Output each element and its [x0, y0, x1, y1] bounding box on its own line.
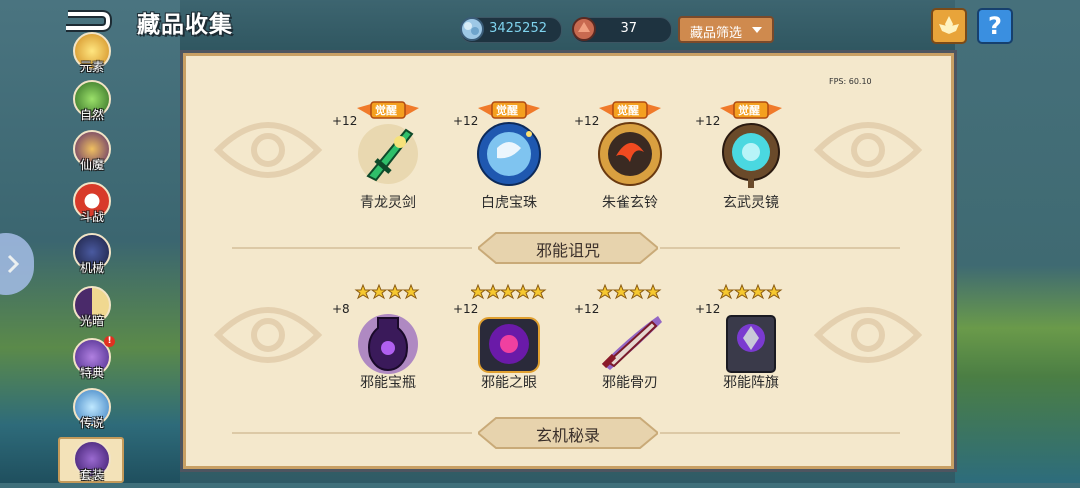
ore-amount: 37	[620, 21, 637, 36]
collection-item-vermilion-bird-bell[interactable]: 觉醒 +12 朱雀玄铃	[574, 100, 678, 220]
cloud-ornament-icon	[813, 122, 923, 178]
diamond-amount: 3425252	[489, 21, 547, 36]
category-immortal-demon[interactable]: 仙魔	[70, 130, 114, 178]
category-label: 特典	[79, 366, 104, 380]
red-ore-icon	[572, 17, 596, 41]
category-label: 机械	[79, 261, 104, 275]
tiger-orb-icon	[477, 122, 541, 186]
star-rating-5-icon	[471, 284, 547, 300]
divider-line	[660, 432, 900, 434]
collection-item-evil-bone-blade[interactable]: +12 邪能骨刃	[574, 284, 678, 408]
category-set[interactable]: 套装	[70, 440, 114, 488]
evil-banner-icon	[726, 315, 776, 373]
collection-item-black-tortoise-mirror[interactable]: 觉醒 +12 玄武灵镜	[695, 100, 799, 220]
category-battle[interactable]: 斗战	[70, 182, 114, 230]
item-name: 玄武灵镜	[723, 195, 779, 211]
evil-eye-icon	[478, 317, 540, 373]
category-mech[interactable]: 机械	[70, 233, 114, 281]
category-nature[interactable]: 自然	[70, 80, 114, 128]
scenery-top	[180, 0, 955, 52]
section-title: 玄机秘录	[535, 426, 600, 445]
notification-badge-icon: !	[104, 336, 115, 347]
star-rating-4-icon	[354, 284, 420, 300]
cloud-ornament-icon	[213, 307, 323, 363]
diamond-counter: 3425252	[460, 17, 562, 43]
ore-counter: 37	[572, 17, 672, 43]
category-label: 光暗	[79, 314, 104, 328]
page-title: 藏品收集	[137, 12, 233, 38]
item-name: 邪能阵旗	[723, 375, 779, 391]
phoenix-bell-icon	[598, 122, 662, 186]
collection-item-white-tiger-orb[interactable]: 觉醒 +12 白虎宝珠	[453, 100, 557, 220]
scenery-right	[955, 0, 1080, 483]
diamond-ore-icon	[460, 17, 484, 41]
help-button[interactable]: ?	[977, 8, 1013, 44]
category-label: 斗战	[79, 210, 104, 224]
fps-counter: FPS: 60.10	[829, 77, 872, 86]
collection-item-azure-dragon-sword[interactable]: 觉醒 +12 青龙灵剑	[332, 100, 436, 220]
category-element[interactable]: 元素	[70, 32, 114, 80]
section-title: 邪能诅咒	[535, 241, 600, 260]
bone-blade-icon	[601, 316, 662, 370]
divider-line	[232, 247, 472, 249]
divider-line	[660, 247, 900, 249]
item-level: +8	[332, 302, 350, 316]
item-name: 青龙灵剑	[360, 195, 416, 211]
category-legend[interactable]: 传说	[70, 388, 114, 436]
filter-dropdown[interactable]: 藏品筛选	[678, 16, 774, 43]
tortoise-mirror-icon	[722, 123, 780, 188]
section-header-evil-curse: 邪能诅咒	[476, 231, 660, 265]
category-label: 套装	[79, 468, 104, 482]
item-name: 白虎宝珠	[481, 195, 537, 211]
collection-item-evil-vase[interactable]: +8 邪能宝瓶	[332, 284, 436, 408]
evil-vase-icon	[358, 314, 418, 374]
item-name: 邪能之眼	[481, 375, 537, 391]
collection-item-evil-banner[interactable]: +12 邪能阵旗	[695, 284, 799, 408]
cloud-ornament-icon	[813, 307, 923, 363]
category-label: 元素	[79, 60, 104, 74]
category-light-dark[interactable]: 光暗	[70, 286, 114, 334]
item-name: 邪能骨刃	[602, 375, 658, 391]
filter-label: 藏品筛选	[690, 26, 743, 41]
star-rating-4-icon	[596, 284, 662, 300]
category-special[interactable]: 特典 !	[70, 336, 115, 386]
lotus-icon	[939, 16, 959, 34]
jade-sword-icon	[358, 124, 418, 184]
divider-line	[232, 432, 472, 434]
item-name: 朱雀玄铃	[602, 195, 658, 211]
chevron-right-icon	[7, 254, 20, 274]
category-label: 仙魔	[79, 158, 104, 172]
collection-item-evil-eye[interactable]: +12 邪能之眼	[453, 284, 557, 408]
collection-bonus-button[interactable]	[931, 8, 967, 44]
cloud-ornament-icon	[213, 122, 323, 178]
category-label: 传说	[79, 416, 104, 430]
category-label: 自然	[79, 108, 104, 122]
chevron-down-icon	[752, 27, 762, 33]
section-header-mystic-records: 玄机秘录	[476, 416, 660, 450]
star-rating-4-icon	[717, 284, 783, 300]
item-name: 邪能宝瓶	[360, 375, 416, 391]
